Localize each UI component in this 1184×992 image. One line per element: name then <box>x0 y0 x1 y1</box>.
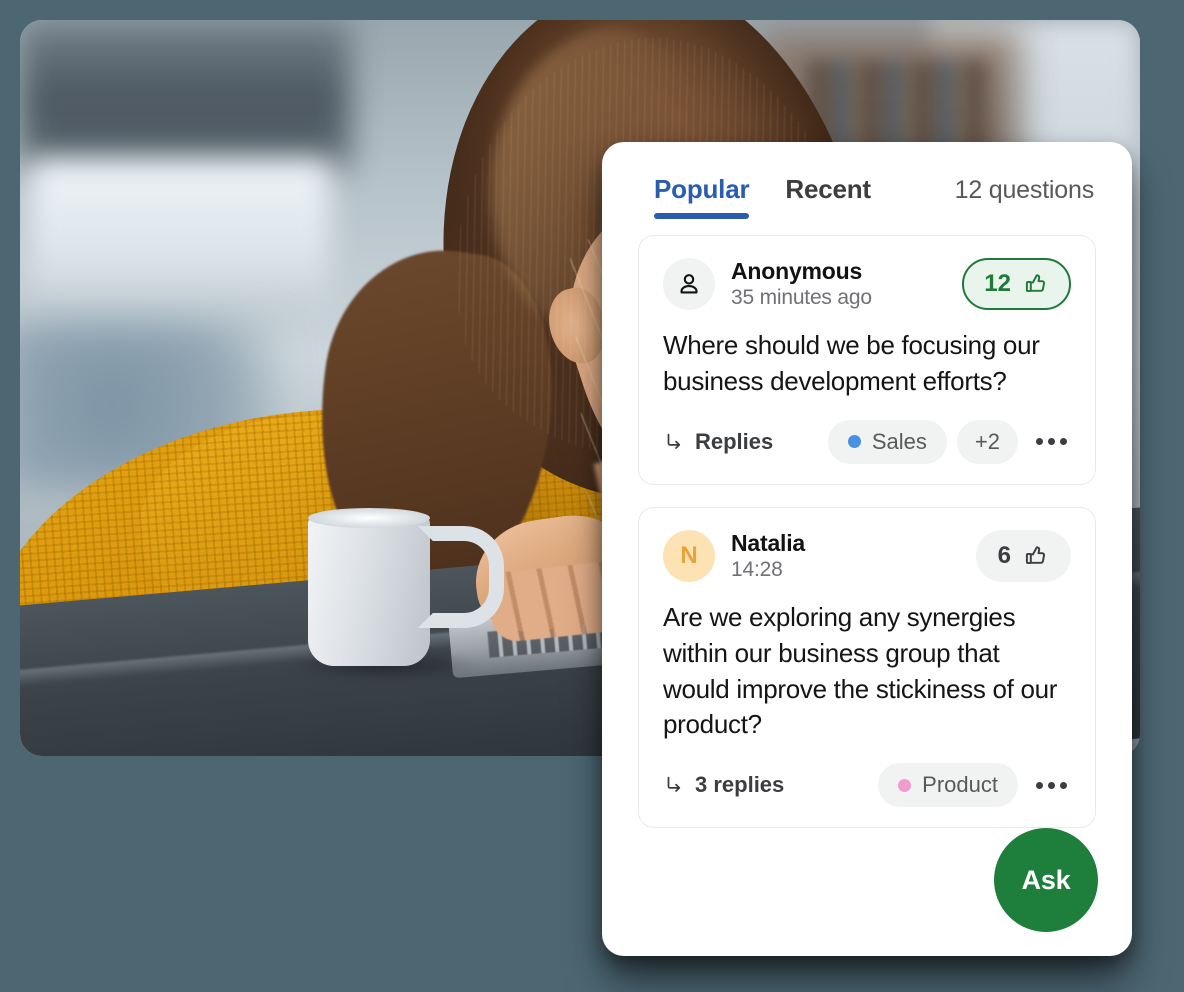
author-name: Natalia <box>731 529 806 556</box>
upvote-button[interactable]: 6 <box>975 529 1071 582</box>
question-text: Are we exploring any synergies within ou… <box>663 601 1058 740</box>
tag-group: Sales +2 <box>827 419 1071 464</box>
upvote-count: 12 <box>984 270 1011 297</box>
upvote-button[interactable]: 12 <box>962 258 1071 310</box>
question-card[interactable]: N Natalia 14:28 6 Are we exploring any s… <box>638 506 1096 829</box>
ask-button[interactable]: Ask <box>994 828 1098 932</box>
photo-mug-rim <box>308 508 430 528</box>
tag-label: Product <box>922 772 998 798</box>
question-header: Anonymous 35 minutes ago 12 <box>663 258 1071 310</box>
more-options-icon[interactable] <box>1028 432 1071 451</box>
tab-recent[interactable]: Recent <box>785 174 871 219</box>
replies-label: Replies <box>695 428 774 454</box>
tag-product[interactable]: Product <box>878 763 1018 808</box>
photo-background-shelf <box>20 20 350 170</box>
timestamp: 35 minutes ago <box>731 286 872 309</box>
avatar <box>663 258 715 310</box>
author-name: Anonymous <box>731 258 863 284</box>
thumbs-up-icon <box>1025 274 1046 293</box>
qa-panel: Popular Recent 12 questions Anonymous 35 <box>602 142 1132 956</box>
tag-group: Product <box>878 763 1071 808</box>
tag-sales[interactable]: Sales <box>827 419 947 464</box>
photo-background-window <box>30 160 330 310</box>
reply-arrow-icon <box>667 433 681 449</box>
question-footer: Replies Sales +2 <box>663 419 1071 464</box>
tag-overflow[interactable]: +2 <box>956 419 1018 464</box>
tag-color-dot <box>898 778 912 792</box>
question-list: Anonymous 35 minutes ago 12 Where should… <box>602 219 1132 829</box>
tab-popular[interactable]: Popular <box>654 174 750 219</box>
question-footer: 3 replies Product <box>663 763 1071 808</box>
more-options-icon[interactable] <box>1028 776 1071 795</box>
screen: Popular Recent 12 questions Anonymous 35 <box>0 0 1184 992</box>
avatar: N <box>663 529 715 582</box>
upvote-count: 6 <box>997 541 1011 569</box>
replies-button[interactable]: 3 replies <box>663 772 784 798</box>
question-card[interactable]: Anonymous 35 minutes ago 12 Where should… <box>638 235 1096 485</box>
question-count-label: 12 questions <box>954 176 1095 204</box>
photo-mug-handle <box>418 526 504 628</box>
author-block: Natalia 14:28 <box>731 530 805 582</box>
replies-button[interactable]: Replies <box>663 429 773 455</box>
question-header: N Natalia 14:28 6 <box>663 529 1071 582</box>
thumbs-up-icon <box>1025 546 1046 564</box>
tag-label: Sales <box>871 428 927 454</box>
tag-color-dot <box>847 435 861 449</box>
photo-mug <box>308 514 430 666</box>
tab-bar: Popular Recent 12 questions <box>602 142 1132 219</box>
reply-arrow-icon <box>667 777 681 793</box>
author-block: Anonymous 35 minutes ago <box>731 258 872 310</box>
person-icon <box>680 274 698 294</box>
question-text: Where should we be focusing our business… <box>663 330 1040 396</box>
timestamp: 14:28 <box>731 557 783 581</box>
replies-label: 3 replies <box>695 772 785 798</box>
